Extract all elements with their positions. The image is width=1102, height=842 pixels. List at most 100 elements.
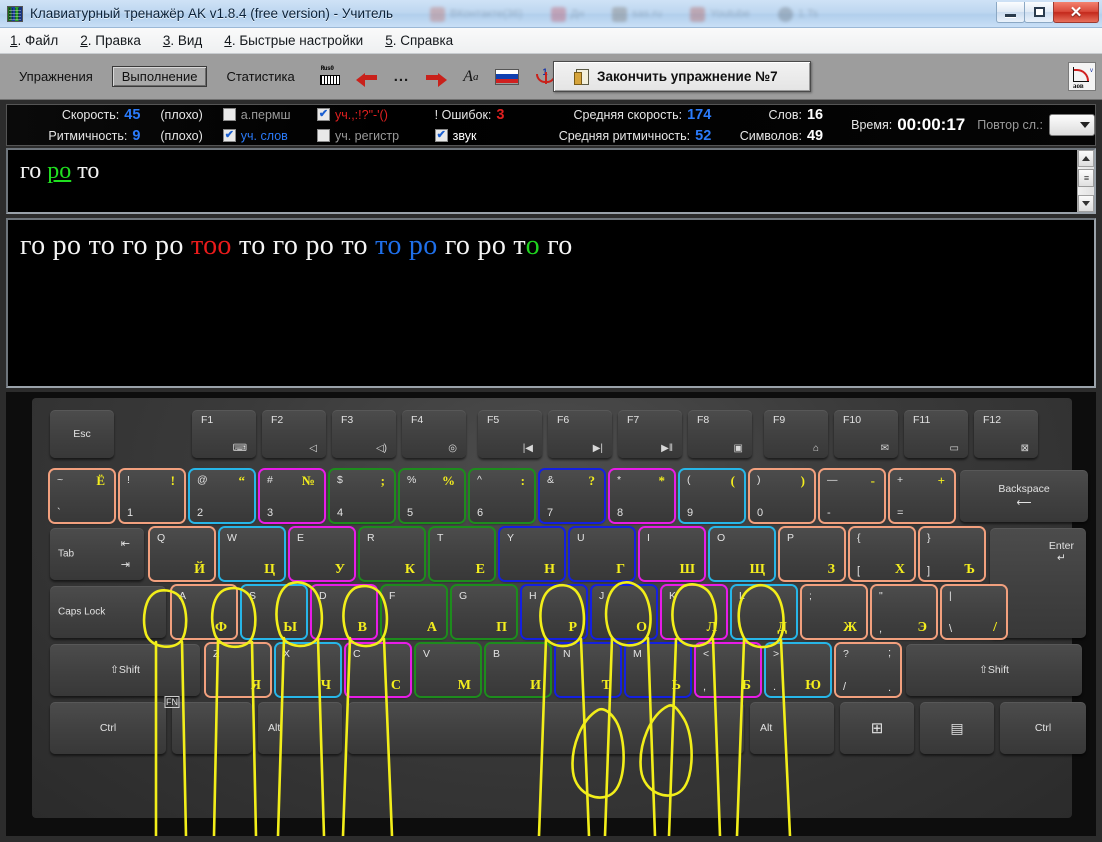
- key-8[interactable]: * 8 *: [610, 470, 674, 522]
- key-m[interactable]: MЬ: [626, 644, 690, 696]
- key-slash[interactable]: ? /;.: [836, 644, 900, 696]
- key-f7[interactable]: F7 ▶‖: [618, 410, 682, 458]
- key-space[interactable]: [348, 702, 744, 754]
- key-f4[interactable]: F4 ◎: [402, 410, 466, 458]
- key-backtick[interactable]: ~ ` Ё: [50, 470, 114, 522]
- key-j[interactable]: JО: [592, 586, 656, 638]
- key-left-ctrl[interactable]: Ctrl: [50, 702, 166, 754]
- key-esc[interactable]: Esc: [50, 410, 114, 458]
- key-p[interactable]: PЗ: [780, 528, 844, 580]
- tab-exercises[interactable]: Упражнения: [10, 67, 102, 86]
- key-f2[interactable]: F2 ◁: [262, 410, 326, 458]
- vertical-scrollbar[interactable]: ≡: [1077, 150, 1094, 212]
- font-size-icon[interactable]: Aa: [463, 68, 478, 86]
- key-u[interactable]: UГ: [570, 528, 634, 580]
- key-d[interactable]: DВ: [312, 586, 376, 638]
- key-9[interactable]: (9 (: [680, 470, 744, 522]
- key-5[interactable]: % 5%: [400, 470, 464, 522]
- key-t[interactable]: TЕ: [430, 528, 494, 580]
- key-semicolon[interactable]: ; Ж: [802, 586, 866, 638]
- menu-item-file[interactable]: 1. Файл: [10, 33, 58, 48]
- checkbox-words[interactable]: уч. слов: [222, 125, 317, 146]
- key-bracket-left[interactable]: {[Х: [850, 528, 914, 580]
- checkbox-sound[interactable]: звук: [434, 125, 543, 146]
- key-6[interactable]: ^ 6:: [470, 470, 534, 522]
- key-f9[interactable]: F9 ⌂: [764, 410, 828, 458]
- key-g[interactable]: GП: [452, 586, 516, 638]
- key-backspace[interactable]: Backspace ⟵: [960, 470, 1088, 522]
- minimize-button[interactable]: [996, 2, 1025, 23]
- key-a[interactable]: AФ: [172, 586, 236, 638]
- key-f5[interactable]: F5 |◀: [478, 410, 542, 458]
- key-s[interactable]: SЫ: [242, 586, 306, 638]
- key-7[interactable]: & 7?: [540, 470, 604, 522]
- key-windows[interactable]: ⊞: [840, 702, 914, 754]
- menu-item-help[interactable]: 5. Справка: [385, 33, 453, 48]
- checkbox-apermsh[interactable]: а.пермш: [222, 104, 317, 125]
- key-q[interactable]: QЙ: [150, 528, 214, 580]
- arrow-left-icon[interactable]: [355, 70, 378, 87]
- key-i[interactable]: IШ: [640, 528, 704, 580]
- key-left-shift[interactable]: ⇧Shift: [50, 644, 200, 696]
- chart-button[interactable]: v аов: [1068, 62, 1096, 91]
- key-x[interactable]: XЧ: [276, 644, 340, 696]
- key-f[interactable]: FА: [382, 586, 446, 638]
- keyboard-icon[interactable]: Rus0: [319, 65, 340, 85]
- key-2[interactable]: @2 “: [190, 470, 254, 522]
- scroll-thumb[interactable]: ≡: [1078, 169, 1094, 187]
- key-tab[interactable]: Tab ⇤ ⇥: [50, 528, 144, 580]
- scroll-up-button[interactable]: [1078, 150, 1094, 167]
- key-f1[interactable]: F1 ⌨: [192, 410, 256, 458]
- key-f8[interactable]: F8 ▣: [688, 410, 752, 458]
- key-f11[interactable]: F11 ▭: [904, 410, 968, 458]
- key-menu[interactable]: ▤: [920, 702, 994, 754]
- key-f10[interactable]: F10 ✉: [834, 410, 898, 458]
- key-backslash[interactable]: | \ /: [942, 586, 1006, 638]
- key-b[interactable]: BИ: [486, 644, 550, 696]
- key-0[interactable]: ) 0): [750, 470, 814, 522]
- key-right-ctrl[interactable]: Ctrl: [1000, 702, 1086, 754]
- key-caps-lock[interactable]: Caps Lock: [50, 586, 166, 638]
- checkbox-apermsh-box[interactable]: [222, 108, 236, 121]
- key-w[interactable]: WЦ: [220, 528, 284, 580]
- checkbox-words-box[interactable]: [222, 129, 236, 142]
- menu-item-view[interactable]: 3. Вид: [163, 33, 202, 48]
- key-minus[interactable]: — - -: [820, 470, 884, 522]
- key-r[interactable]: RК: [360, 528, 424, 580]
- checkbox-case[interactable]: уч. регистр: [316, 125, 435, 146]
- key-e[interactable]: EУ: [290, 528, 354, 580]
- key-k[interactable]: KЛ: [662, 586, 726, 638]
- key-f3[interactable]: F3 ◁): [332, 410, 396, 458]
- russian-flag-icon[interactable]: [494, 68, 519, 85]
- key-bracket-right[interactable]: }] Ъ: [920, 528, 984, 580]
- key-l[interactable]: LД: [732, 586, 796, 638]
- key-h[interactable]: HР: [522, 586, 586, 638]
- finish-exercise-button[interactable]: Закончить упражнение №7: [553, 61, 811, 92]
- key-4[interactable]: $4;: [330, 470, 394, 522]
- key-3[interactable]: #3 №: [260, 470, 324, 522]
- key-comma[interactable]: <, Б: [696, 644, 760, 696]
- key-left-alt[interactable]: Alt: [258, 702, 342, 754]
- checkbox-punctuation[interactable]: уч.,:!?"-'(): [316, 104, 435, 125]
- menu-item-edit[interactable]: 2. Правка: [80, 33, 141, 48]
- tab-execution[interactable]: Выполнение: [111, 66, 208, 87]
- key-c[interactable]: CС: [346, 644, 410, 696]
- key-v[interactable]: VМ: [416, 644, 480, 696]
- checkbox-case-box[interactable]: [316, 129, 330, 142]
- key-period[interactable]: >. Ю: [766, 644, 830, 696]
- scroll-down-button[interactable]: [1078, 195, 1094, 212]
- checkbox-punctuation-box[interactable]: [316, 108, 330, 121]
- typing-text-panel[interactable]: го ро то го ро тоо то го ро то то ро го …: [6, 218, 1096, 388]
- key-equals[interactable]: + = +: [890, 470, 954, 522]
- key-f12[interactable]: F12 ⊠: [974, 410, 1038, 458]
- key-fn[interactable]: FN: [164, 696, 252, 754]
- close-button[interactable]: ✕: [1053, 2, 1099, 23]
- key-o[interactable]: OЩ: [710, 528, 774, 580]
- key-quote[interactable]: ", Э: [872, 586, 936, 638]
- checkbox-sound-box[interactable]: [434, 129, 448, 142]
- ellipsis-icon[interactable]: ...: [394, 68, 410, 85]
- key-f6[interactable]: F6 ▶|: [548, 410, 612, 458]
- key-y[interactable]: YН: [500, 528, 564, 580]
- key-right-shift[interactable]: ⇧Shift: [906, 644, 1082, 696]
- menu-item-quick-settings[interactable]: 4. Быстрые настройки: [224, 33, 363, 48]
